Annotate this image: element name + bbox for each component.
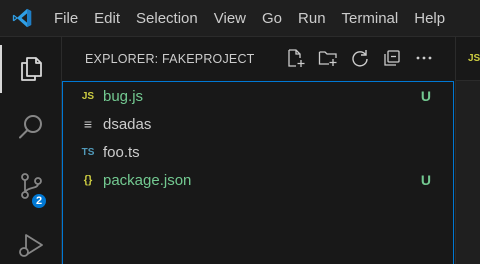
file-name: dsadas — [103, 115, 152, 133]
more-icon — [416, 56, 432, 60]
untracked-status: U — [420, 172, 431, 188]
file-row-foo-ts[interactable]: TS foo.ts — [63, 138, 453, 166]
explorer-header: EXPLORER: FAKEPROJECT — [62, 37, 455, 81]
menu-go[interactable]: Go — [254, 0, 290, 37]
file-row-dsadas[interactable]: ≡ dsadas — [63, 110, 453, 138]
editor-area: JS — [455, 37, 480, 264]
untracked-status: U — [420, 88, 431, 104]
activity-explorer[interactable] — [0, 41, 62, 97]
menu-selection[interactable]: Selection — [128, 0, 206, 37]
json-file-icon: {} — [83, 174, 93, 186]
search-icon — [19, 115, 42, 139]
refresh-button[interactable] — [349, 47, 371, 69]
run-debug-icon — [19, 234, 43, 257]
activity-bar: 2 — [0, 37, 62, 264]
new-folder-button[interactable] — [317, 47, 339, 69]
activity-search[interactable] — [0, 99, 62, 155]
file-name: package.json — [103, 171, 192, 189]
ts-file-icon: TS — [81, 146, 95, 158]
js-file-icon: JS — [468, 53, 480, 64]
text-file-icon: ≡ — [83, 116, 93, 132]
file-tree: JS bug.js U ≡ dsadas TS foo.ts {} packag… — [62, 81, 454, 264]
js-file-icon: JS — [81, 90, 95, 102]
collapse-all-icon — [384, 50, 400, 66]
file-name: foo.ts — [103, 143, 140, 161]
collapse-all-button[interactable] — [381, 47, 403, 69]
new-folder-icon — [318, 51, 337, 66]
source-control-badge: 2 — [30, 192, 48, 210]
editor-tab[interactable]: JS — [456, 37, 480, 81]
vscode-window: File Edit Selection View Go Run Terminal… — [0, 0, 480, 264]
file-row-bug-js[interactable]: JS bug.js U — [63, 82, 453, 110]
menu-bar: File Edit Selection View Go Run Terminal… — [44, 0, 453, 37]
menu-file[interactable]: File — [44, 0, 86, 37]
more-actions-button[interactable] — [413, 47, 435, 69]
menu-terminal[interactable]: Terminal — [334, 0, 407, 37]
menu-run[interactable]: Run — [290, 0, 334, 37]
vscode-logo-icon — [0, 0, 44, 37]
menu-view[interactable]: View — [206, 0, 254, 37]
title-bar: File Edit Selection View Go Run Terminal… — [0, 0, 480, 37]
refresh-icon — [352, 50, 368, 67]
explorer-title: EXPLORER: FAKEPROJECT — [85, 52, 255, 66]
activity-run-debug[interactable] — [0, 217, 62, 264]
activity-source-control[interactable]: 2 — [0, 158, 62, 214]
explorer-actions — [285, 47, 435, 69]
files-icon — [21, 57, 42, 81]
explorer-sidebar: EXPLORER: FAKEPROJECT JS bug.js U ≡ dsad… — [62, 37, 455, 264]
file-name: bug.js — [103, 87, 144, 105]
menu-help[interactable]: Help — [406, 0, 453, 37]
new-file-icon — [288, 49, 305, 67]
menu-edit[interactable]: Edit — [86, 0, 128, 37]
new-file-button[interactable] — [285, 47, 307, 69]
file-row-package-json[interactable]: {} package.json U — [63, 166, 453, 194]
